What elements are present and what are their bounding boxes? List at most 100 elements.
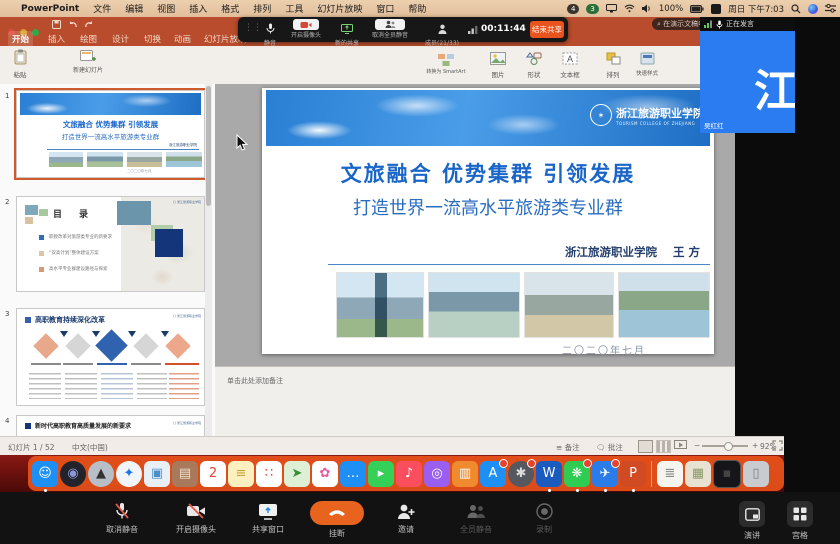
- menu-arrange[interactable]: 排列: [253, 2, 271, 15]
- language-indicator[interactable]: 中文(中国): [72, 442, 108, 453]
- mute-button[interactable]: 静音: [256, 19, 284, 47]
- dock-word[interactable]: W: [536, 461, 562, 487]
- notes-toggle-button[interactable]: ≡ 备注: [556, 442, 580, 453]
- arrange-button[interactable]: 排列: [598, 50, 628, 79]
- spotlight-icon[interactable]: [791, 4, 801, 14]
- invite-button[interactable]: 邀请: [370, 501, 442, 535]
- start-camera-button-bottom[interactable]: 开启摄像头: [160, 501, 232, 535]
- new-share-button[interactable]: 新的共享: [330, 19, 364, 47]
- textbox-button[interactable]: A 文本框: [554, 50, 586, 79]
- menubar-clock[interactable]: 周日 下午7:03: [728, 3, 784, 15]
- tab-transitions[interactable]: 切换: [140, 31, 165, 47]
- dock-photos[interactable]: ✿: [312, 461, 338, 487]
- notes-pane[interactable]: 单击此处添加备注: [215, 366, 735, 437]
- undo-icon[interactable]: [68, 20, 78, 29]
- menu-help[interactable]: 帮助: [408, 2, 426, 15]
- meeting-floating-toolbar[interactable]: ⋮⋮ 静音 开启摄像头 新的共享 取消全员静音 成员(21/33) 00:11:…: [238, 17, 568, 42]
- zoom-slider[interactable]: [702, 445, 748, 447]
- notification-badge-b[interactable]: 3: [586, 4, 598, 14]
- start-camera-button[interactable]: 开启摄像头: [286, 19, 326, 39]
- slide-thumbnail-3[interactable]: 高职教育持续深化改革 ◯ 浙江旅游职业学院: [16, 308, 205, 406]
- picture-button[interactable]: 图片: [482, 50, 514, 79]
- dock-notes[interactable]: ≡: [228, 461, 254, 487]
- speaker-video-window[interactable]: 正在发言 江 吴红红: [700, 17, 795, 133]
- paste-button[interactable]: 粘贴: [8, 49, 32, 79]
- dock-maps[interactable]: ➤: [284, 461, 310, 487]
- mute-all-button[interactable]: 全员静音: [440, 501, 512, 535]
- thumbnail-scrollbar-thumb[interactable]: [206, 86, 211, 206]
- new-slide-button[interactable]: 新建幻灯片: [70, 49, 106, 75]
- slide-thumbnail-4[interactable]: 新时代高职教育高质量发展的新要求 ◯ 浙江旅游职业学院: [16, 415, 205, 437]
- slide-sorter-view-button[interactable]: [656, 440, 671, 453]
- tab-design[interactable]: 设计: [108, 31, 133, 47]
- hang-up-button[interactable]: 挂断: [301, 501, 373, 539]
- menu-view[interactable]: 视图: [157, 2, 175, 15]
- siri-icon[interactable]: [808, 4, 818, 14]
- menu-tools[interactable]: 工具: [285, 2, 303, 15]
- control-center-icon[interactable]: [825, 4, 836, 13]
- menu-slideshow[interactable]: 幻灯片放映: [317, 2, 362, 15]
- menu-window[interactable]: 窗口: [376, 2, 394, 15]
- zoom-out-button[interactable]: −: [694, 441, 700, 450]
- menu-edit[interactable]: 编辑: [125, 2, 143, 15]
- dock-trash[interactable]: ▯: [743, 461, 769, 487]
- tab-insert[interactable]: 插入: [44, 31, 69, 47]
- save-icon[interactable]: [52, 20, 61, 29]
- input-method-icon[interactable]: [711, 4, 721, 14]
- dock-safari[interactable]: ✦: [116, 461, 142, 487]
- volume-icon[interactable]: [642, 4, 652, 13]
- dock-messages[interactable]: …: [340, 461, 366, 487]
- dock-books[interactable]: ▥: [452, 461, 478, 487]
- menu-format[interactable]: 格式: [221, 2, 239, 15]
- dock-siri[interactable]: ◉: [60, 461, 86, 487]
- normal-view-button[interactable]: [638, 440, 653, 453]
- gallery-view-button[interactable]: 宫格: [778, 501, 822, 541]
- menubar-app-name[interactable]: PowerPoint: [21, 4, 79, 14]
- dock-launchpad[interactable]: ▲: [88, 461, 114, 487]
- zoom-in-button[interactable]: +: [752, 441, 758, 450]
- record-button[interactable]: 录制: [508, 501, 580, 535]
- tab-home[interactable]: 开始: [8, 31, 33, 47]
- slide-thumbnail-2[interactable]: ◯ 浙江旅游职业学院 目 录 职教改革对旅游类专业的新要求 “双高计划”整体建设…: [16, 196, 205, 292]
- menu-insert[interactable]: 插入: [189, 2, 207, 15]
- slideshow-view-button[interactable]: [674, 440, 687, 451]
- dock-preview[interactable]: ▣: [144, 461, 170, 487]
- redo-icon[interactable]: [84, 20, 94, 29]
- end-share-button[interactable]: 结束共享: [530, 21, 564, 38]
- zoom-slider-handle[interactable]: [724, 442, 733, 451]
- dock-contacts[interactable]: ▤: [172, 461, 198, 487]
- dock-downloads-folder[interactable]: ▦: [685, 461, 711, 487]
- slide-thumbnail-1[interactable]: 文旅融合 优势集群 引领发展 打造世界一流高水平旅游类专业群 浙江旅游职业学院 …: [16, 90, 205, 178]
- dock-system-preferences[interactable]: ✱: [508, 461, 534, 487]
- dock-facetime[interactable]: ▸: [368, 461, 394, 487]
- window-zoom-button[interactable]: [32, 29, 39, 36]
- unmute-button[interactable]: 取消静音: [86, 501, 158, 535]
- dock-calendar[interactable]: 2: [200, 461, 226, 487]
- main-slide[interactable]: ✶ 浙江旅游职业学院 TOURISM COLLEGE OF ZHEJIANG 文…: [262, 88, 714, 354]
- convert-smartart-button[interactable]: 转换为 SmartArt: [424, 51, 468, 76]
- dock-wechat[interactable]: ❋: [564, 461, 590, 487]
- unmute-all-button[interactable]: 取消全员静音: [366, 19, 414, 39]
- dock-finder[interactable]: ☺: [32, 461, 58, 487]
- dock-podcasts[interactable]: ◎: [424, 461, 450, 487]
- shapes-button[interactable]: 形状: [518, 50, 550, 79]
- notification-badge-a[interactable]: 4: [567, 4, 579, 14]
- battery-icon[interactable]: [690, 5, 704, 13]
- dock-tim[interactable]: ✈: [592, 461, 618, 487]
- menu-file[interactable]: 文件: [93, 2, 111, 15]
- quick-styles-button[interactable]: 快速样式: [630, 50, 664, 77]
- tab-animations[interactable]: 动画: [170, 31, 195, 47]
- dock-app-store[interactable]: A: [480, 461, 506, 487]
- dock-textedit[interactable]: ≣: [657, 461, 683, 487]
- wifi-icon[interactable]: [624, 4, 635, 13]
- dock-powerpoint[interactable]: P: [620, 461, 646, 487]
- dock-reminders[interactable]: ∷: [256, 461, 282, 487]
- dock-music[interactable]: ♪: [396, 461, 422, 487]
- comments-toggle-button[interactable]: 🗨 批注: [596, 442, 623, 453]
- members-button[interactable]: 成员(21/33): [418, 19, 466, 47]
- display-icon[interactable]: [606, 4, 617, 13]
- speaker-view-button[interactable]: 演讲: [730, 501, 774, 541]
- tab-draw[interactable]: 绘图: [76, 31, 101, 47]
- share-window-button[interactable]: 共享窗口: [232, 501, 304, 535]
- dock-shared-screen-window[interactable]: ▪: [713, 460, 741, 488]
